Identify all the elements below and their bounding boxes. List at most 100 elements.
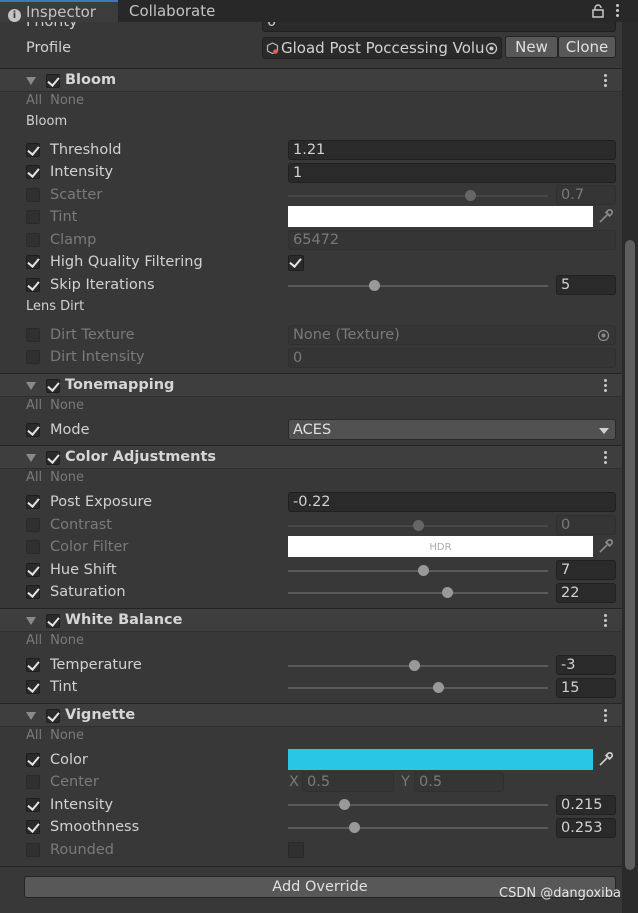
none-link[interactable]: None	[50, 470, 84, 485]
saturation-slider-track[interactable]	[288, 592, 548, 594]
hue-shift-slider-knob[interactable]	[418, 565, 430, 576]
wb-tint-field[interactable]: 15	[556, 678, 616, 698]
tint-override-checkbox[interactable]	[26, 210, 40, 224]
center-x-field[interactable]: 0.5	[302, 772, 394, 792]
temperature-field[interactable]: -3	[556, 655, 616, 675]
all-link[interactable]: All	[26, 633, 42, 648]
object-picker-icon[interactable]	[485, 42, 498, 55]
dirt-intensity-field[interactable]: 0	[288, 348, 616, 368]
hue-shift-field[interactable]: 7	[556, 560, 616, 580]
vignette-color-swatch[interactable]	[288, 749, 593, 770]
scatter-override-checkbox[interactable]	[26, 188, 40, 202]
clamp-override-checkbox[interactable]	[26, 233, 40, 247]
center-override-checkbox[interactable]	[26, 775, 40, 789]
none-link[interactable]: None	[50, 633, 84, 648]
vignette-enabled-checkbox[interactable]	[46, 709, 60, 723]
bloom-header[interactable]: Bloom	[0, 68, 622, 92]
vignette-color-override-checkbox[interactable]	[26, 753, 40, 767]
color-adjustments-menu-icon[interactable]	[602, 450, 608, 466]
wb-tint-slider-track[interactable]	[288, 687, 548, 689]
tint-color-swatch[interactable]	[288, 206, 593, 227]
hq-filtering-toggle[interactable]	[288, 255, 304, 271]
none-link[interactable]: None	[50, 93, 84, 108]
color-filter-swatch[interactable]: HDR	[288, 536, 593, 557]
none-link[interactable]: None	[50, 398, 84, 413]
clamp-field[interactable]: 65472	[288, 230, 616, 250]
temperature-override-checkbox[interactable]	[26, 658, 40, 672]
vignette-header[interactable]: Vignette	[0, 703, 622, 727]
smoothness-override-checkbox[interactable]	[26, 820, 40, 834]
dirt-texture-override-checkbox[interactable]	[26, 328, 40, 342]
all-link[interactable]: All	[26, 470, 42, 485]
foldout-arrow-icon[interactable]	[26, 454, 36, 462]
tonemapping-enabled-checkbox[interactable]	[46, 379, 60, 393]
smoothness-slider-knob[interactable]	[348, 822, 360, 833]
eyedropper-icon[interactable]	[596, 751, 614, 769]
color-adjustments-header[interactable]: Color Adjustments	[0, 445, 622, 469]
tonemapping-menu-icon[interactable]	[602, 378, 608, 394]
temperature-slider-knob[interactable]	[409, 660, 421, 671]
vignette-intensity-field[interactable]: 0.215	[556, 795, 616, 815]
tab-collaborate[interactable]: Collaborate	[121, 0, 223, 22]
wb-tint-override-checkbox[interactable]	[26, 680, 40, 694]
foldout-arrow-icon[interactable]	[26, 382, 36, 390]
bloom-menu-icon[interactable]	[602, 73, 608, 89]
rounded-override-checkbox[interactable]	[26, 843, 40, 857]
bloom-enabled-checkbox[interactable]	[46, 74, 60, 88]
saturation-field[interactable]: 22	[556, 583, 616, 603]
all-link[interactable]: All	[26, 93, 42, 108]
post-exposure-field[interactable]: -0.22	[288, 492, 616, 512]
all-link[interactable]: All	[26, 728, 42, 743]
saturation-slider-knob[interactable]	[441, 587, 453, 598]
smoothness-slider-track[interactable]	[288, 827, 548, 829]
scrollbar-thumb[interactable]	[625, 240, 635, 870]
contrast-override-checkbox[interactable]	[26, 518, 40, 532]
foldout-arrow-icon[interactable]	[26, 617, 36, 625]
eyedropper-icon[interactable]	[596, 208, 614, 226]
wb-tint-slider-knob[interactable]	[432, 682, 444, 693]
color-filter-override-checkbox[interactable]	[26, 540, 40, 554]
foldout-arrow-icon[interactable]	[26, 77, 36, 85]
threshold-override-checkbox[interactable]	[26, 143, 40, 157]
profile-field[interactable]: Gload Post Poccessing Volu	[262, 37, 502, 59]
scatter-field[interactable]: 0.7	[556, 185, 616, 205]
color-adjustments-enabled-checkbox[interactable]	[46, 451, 60, 465]
clone-profile-button[interactable]: Clone	[558, 36, 616, 58]
white-balance-menu-icon[interactable]	[602, 613, 608, 629]
rounded-toggle[interactable]	[288, 842, 304, 858]
white-balance-header[interactable]: White Balance	[0, 608, 622, 632]
saturation-override-checkbox[interactable]	[26, 585, 40, 599]
object-picker-icon[interactable]	[597, 329, 610, 342]
threshold-field[interactable]: 1.21	[288, 140, 616, 160]
hue-shift-override-checkbox[interactable]	[26, 563, 40, 577]
tab-menu-icon[interactable]	[614, 3, 620, 19]
foldout-arrow-icon[interactable]	[26, 712, 36, 720]
dirt-intensity-override-checkbox[interactable]	[26, 350, 40, 364]
hq-filtering-override-checkbox[interactable]	[26, 255, 40, 269]
contrast-field[interactable]: 0	[556, 515, 616, 535]
all-link[interactable]: All	[26, 398, 42, 413]
new-profile-button[interactable]: New	[505, 36, 558, 58]
smoothness-field[interactable]: 0.253	[556, 818, 616, 838]
scrollbar[interactable]	[622, 22, 638, 913]
tonemapping-header[interactable]: Tonemapping	[0, 373, 622, 397]
eyedropper-icon[interactable]	[596, 538, 614, 556]
tab-inspector[interactable]: i Inspector	[0, 0, 118, 22]
scatter-slider-track[interactable]	[288, 195, 548, 197]
skip-iterations-slider-knob[interactable]	[368, 280, 380, 291]
dirt-texture-field[interactable]: None (Texture)	[288, 325, 616, 345]
intensity-override-checkbox[interactable]	[26, 165, 40, 179]
vignette-intensity-slider-knob[interactable]	[338, 799, 350, 810]
contrast-slider-knob[interactable]	[413, 520, 424, 531]
vignette-intensity-override-checkbox[interactable]	[26, 798, 40, 812]
mode-override-checkbox[interactable]	[26, 423, 40, 437]
priority-field[interactable]: 0	[262, 22, 616, 32]
skip-iterations-field[interactable]: 5	[556, 275, 616, 295]
mode-dropdown[interactable]: ACES	[288, 419, 616, 440]
skip-iterations-slider-track[interactable]	[288, 285, 548, 287]
center-y-field[interactable]: 0.5	[414, 772, 504, 792]
vignette-intensity-slider-track[interactable]	[288, 804, 548, 806]
post-exposure-override-checkbox[interactable]	[26, 495, 40, 509]
skip-iterations-override-checkbox[interactable]	[26, 278, 40, 292]
none-link[interactable]: None	[50, 728, 84, 743]
